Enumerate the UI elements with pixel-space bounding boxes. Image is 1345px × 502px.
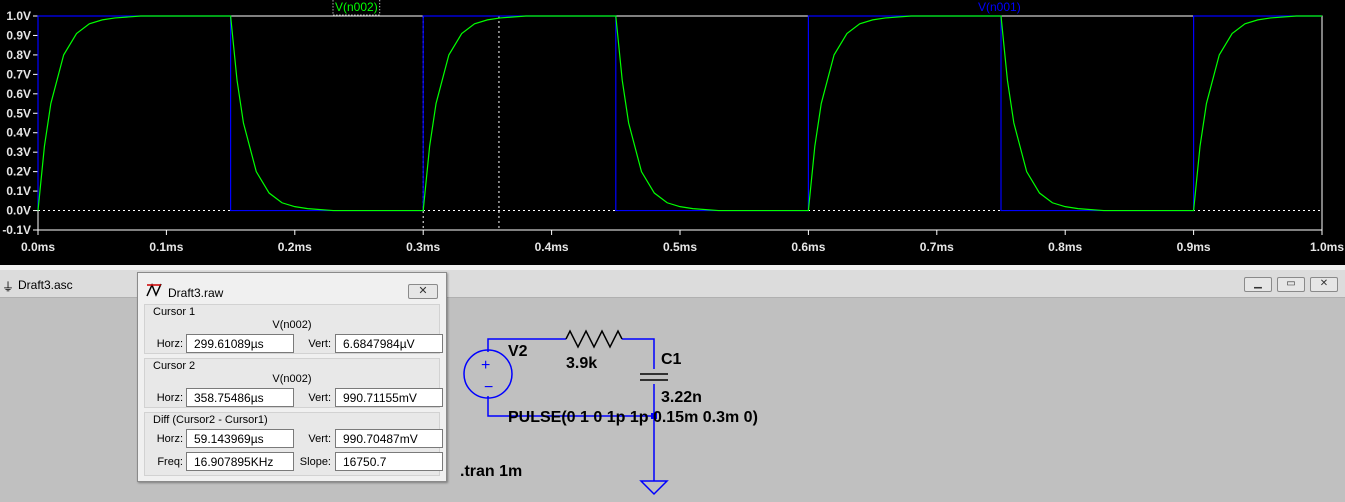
y-axis: 1.0V 0.9V 0.8V 0.7V 0.6V 0.5V 0.4V 0.3V 0.2V 0.1V… [2,9,38,237]
tran-directive[interactable]: .tran 1m [460,463,522,480]
cursor2-vert-field[interactable]: 990.71155mV [335,388,443,407]
cursor2-horz-label: Horz: [156,392,183,404]
x-tick-label: 0.3ms [406,240,440,254]
dialog-titlebar[interactable]: Draft3.raw ✕ [138,273,446,301]
source-plus-sign: + [481,357,490,374]
source-value-label[interactable]: PULSE(0 1 0 1p 1p 0.15m 0.3m 0) [508,409,758,426]
resistor-symbol[interactable] [565,329,623,349]
wire-top-right[interactable] [622,338,655,369]
cursor-values-dialog[interactable]: Draft3.raw ✕ Cursor 1 V(n002) Horz: 299.… [137,272,447,482]
waveform-chart[interactable]: 1.0V 0.9V 0.8V 0.7V 0.6V 0.5V 0.4V 0.3V 0.2V 0.1V… [0,0,1345,265]
y-tick-label: 1.0V [6,9,31,23]
cursor1-group-label: Cursor 1 [153,306,196,318]
y-tick-label: 0.0V [6,204,31,218]
close-window-button[interactable]: ✕ [1310,277,1338,292]
diff-group-label: Diff (Cursor2 - Cursor1) [153,414,268,426]
diff-freq-label: Freq: [157,456,183,468]
y-tick-label: 0.9V [6,28,31,42]
diff-slope-label: Slope: [299,456,331,468]
y-tick-label: 0.1V [6,184,31,198]
schematic-title: Draft3.asc [18,278,73,292]
capacitor-name-label[interactable]: C1 [661,351,682,368]
trace-label-n002[interactable]: V(n002) [335,0,378,14]
x-tick-label: 1.0ms [1310,240,1344,254]
x-tick-label: 0.9ms [1177,240,1211,254]
x-tick-label: 0.0ms [21,240,55,254]
y-tick-label: 0.5V [6,106,31,120]
x-tick-label: 0.6ms [791,240,825,254]
diff-vert-field[interactable]: 990.70487mV [335,429,443,448]
cursor-lines[interactable] [422,16,500,230]
waveform-app-icon [146,283,162,297]
cursor2-group: Cursor 2 V(n002) Horz: 358.75486µs Vert:… [144,358,443,408]
cursor2-group-label: Cursor 2 [153,360,196,372]
x-tick-label: 0.1ms [149,240,183,254]
diff-horz-field[interactable]: 59.143969µs [186,429,294,448]
y-tick-label: 0.8V [6,48,31,62]
resistor-value-label[interactable]: 3.9k [566,355,597,372]
minimize-button[interactable]: ▁ [1244,277,1272,292]
y-tick-label: 0.6V [6,87,31,101]
y-tick-label: -0.1V [2,223,31,237]
cursor2-vert-label: Vert: [308,392,331,404]
x-tick-label: 0.8ms [1048,240,1082,254]
waveform-plot-pane[interactable]: 1.0V 0.9V 0.8V 0.7V 0.6V 0.5V 0.4V 0.3V 0.2V 0.1V… [0,0,1345,265]
cursor1-horz-field[interactable]: 299.61089µs [186,334,294,353]
diff-vert-label: Vert: [308,433,331,445]
x-tick-label: 0.7ms [920,240,954,254]
schematic-app-icon: ⏚ [2,280,15,294]
y-tick-label: 0.3V [6,145,31,159]
capacitor-value-label[interactable]: 3.22n [661,389,702,406]
cursor2-signal: V(n002) [272,373,312,385]
y-tick-label: 0.4V [6,126,31,140]
x-tick-label: 0.4ms [535,240,569,254]
cursor1-signal: V(n002) [272,319,312,331]
series-line-vn001 [37,15,1322,212]
cursor1-vert-field[interactable]: 6.6847984µV [335,334,443,353]
dialog-title: Draft3.raw [168,286,224,300]
x-axis: 0.0ms 0.1ms 0.2ms 0.3ms 0.4ms 0.5ms 0.6ms 0.7ms… [21,230,1344,254]
cursor1-group: Cursor 1 V(n002) Horz: 299.61089µs Vert:… [144,304,443,354]
x-tick-label: 0.5ms [663,240,697,254]
y-tick-label: 0.7V [6,67,31,81]
source-minus-sign: − [484,379,493,396]
restore-button[interactable]: ▭ [1277,277,1305,292]
diff-slope-field[interactable]: 16750.7 [335,452,443,471]
source-name-label[interactable]: V2 [508,343,528,360]
trace-label-n001[interactable]: V(n001) [978,0,1021,14]
y-tick-label: 0.2V [6,165,31,179]
x-tick-label: 0.2ms [278,240,312,254]
cursor1-vert-label: Vert: [308,338,331,350]
diff-horz-label: Horz: [156,433,183,445]
dialog-close-button[interactable]: ✕ [408,284,438,299]
series-traces [37,15,1322,212]
diff-freq-field[interactable]: 16.907895KHz [186,452,294,471]
cursor2-horz-field[interactable]: 358.75486µs [186,388,294,407]
ground-symbol[interactable] [639,480,669,496]
cursor1-horz-label: Horz: [156,338,183,350]
diff-group: Diff (Cursor2 - Cursor1) Horz: 59.143969… [144,412,443,476]
